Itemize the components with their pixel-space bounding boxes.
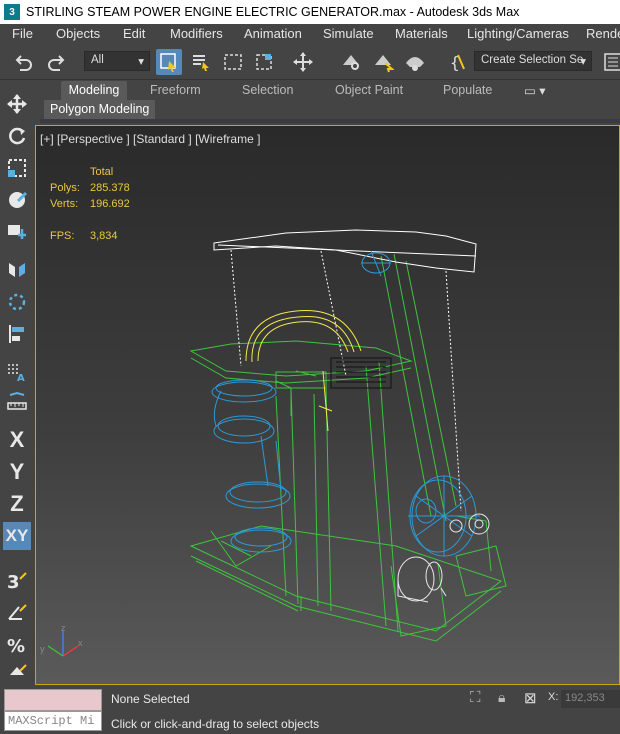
axis-y-button[interactable]: Y (3, 458, 31, 486)
menu-animation[interactable]: Animation (244, 24, 302, 41)
axis-z-button[interactable]: Z (3, 490, 31, 518)
select-object-icon[interactable] (156, 49, 182, 75)
absolute-mode-icon[interactable]: ⊠ (524, 689, 537, 707)
text-snap-icon[interactable]: A (3, 358, 31, 386)
array-icon[interactable] (3, 288, 31, 316)
move-icon[interactable] (290, 49, 316, 75)
rotate-tool-icon[interactable] (3, 122, 31, 150)
perspective-viewport[interactable]: [+] [Perspective ] [Standard ] [Wirefram… (35, 125, 620, 685)
spinner-snap-icon[interactable] (3, 658, 31, 686)
create-selection-set-dropdown[interactable]: Create Selection Se ▾ (474, 51, 592, 71)
menu-bar: File Objects Edit Modifiers Animation Si… (0, 24, 620, 44)
angle-snap-icon[interactable] (3, 598, 31, 626)
flywheel (361, 250, 480, 557)
scale-tool-icon[interactable] (3, 154, 31, 182)
x-coordinate-label: X: (548, 691, 559, 703)
menu-modifiers[interactable]: Modifiers (170, 24, 223, 41)
left-toolbar: A X Y Z XY 3 % (0, 80, 34, 685)
x-coordinate-field[interactable]: 192,353 (561, 690, 620, 708)
menu-edit[interactable]: Edit (123, 24, 145, 41)
measure-icon[interactable] (3, 388, 31, 416)
maxscript-mini-listener[interactable]: MAXScript Mi (4, 711, 102, 731)
tab-populate[interactable]: Populate (437, 81, 498, 100)
select-by-name-icon[interactable] (188, 49, 214, 75)
3dsmax-app-icon[interactable]: 3 (4, 4, 20, 20)
percent-snap-icon[interactable]: % (3, 630, 31, 658)
window-title: STIRLING STEAM POWER ENGINE ELECTRIC GEN… (26, 5, 520, 19)
status-bar: MAXScript Mi None Selected Click or clic… (0, 685, 620, 734)
menu-objects[interactable]: Objects (56, 24, 100, 41)
walking-beam (213, 229, 477, 512)
scene-explorer-icon[interactable] (600, 49, 620, 75)
stirling-engine-wireframe[interactable] (36, 126, 620, 685)
undo-icon[interactable] (10, 49, 36, 75)
isolate-selection-icon[interactable]: ⛶ (470, 689, 481, 706)
axis-label-x: x (78, 638, 83, 648)
frame-structure (189, 253, 507, 642)
tab-object-paint[interactable]: Object Paint (329, 81, 409, 100)
ribbon-body (40, 119, 620, 123)
tab-freeform[interactable]: Freeform (144, 81, 207, 100)
selection-set-value: Create Selection Se (481, 54, 584, 66)
snap-tool-icon[interactable] (3, 218, 31, 246)
panel-polygon-modeling[interactable]: Polygon Modeling (44, 100, 156, 119)
render-production-icon[interactable] (402, 49, 428, 75)
prompt-hint: Click or click-and-drag to select object… (111, 717, 320, 731)
axis-label-z: z (61, 623, 66, 633)
menu-rendering[interactable]: Rende (586, 24, 620, 41)
window-crossing-icon[interactable] (252, 49, 278, 75)
move-tool-icon[interactable] (3, 90, 31, 118)
main-toolbar: All ▾ { Create Selection Se ▾ (0, 44, 620, 80)
heater-pipe (245, 310, 362, 432)
render-setup-icon[interactable] (338, 49, 364, 75)
ribbon-tab-bar: Modeling Freeform Selection Object Paint… (40, 80, 620, 100)
svg-text:A: A (17, 373, 25, 383)
lock-selection-icon[interactable]: 🔒︎ (498, 689, 505, 706)
maxscript-listener-output[interactable] (4, 689, 102, 711)
selection-filter-value: All (91, 54, 104, 66)
edit-named-selection-icon[interactable]: { (446, 49, 472, 75)
axis-tripod (47, 631, 79, 657)
tab-modeling[interactable]: Modeling (61, 81, 127, 100)
chevron-down-icon: ▾ (138, 56, 144, 68)
render-frame-icon[interactable] (370, 49, 396, 75)
svg-text:%: % (7, 636, 25, 655)
redo-icon[interactable] (44, 49, 70, 75)
svg-text:3: 3 (7, 572, 20, 591)
rectangular-selection-icon[interactable] (220, 49, 246, 75)
selection-filter-dropdown[interactable]: All ▾ (84, 51, 150, 71)
axis-x-button[interactable]: X (3, 426, 31, 454)
menu-materials[interactable]: Materials (395, 24, 448, 41)
chevron-down-icon: ▾ (580, 56, 586, 68)
menu-file[interactable]: File (12, 24, 33, 41)
title-bar: 3 STIRLING STEAM POWER ENGINE ELECTRIC G… (0, 0, 620, 24)
menu-lighting-cameras[interactable]: Lighting/Cameras (467, 24, 569, 41)
axis-label-y: y (40, 644, 45, 654)
mirror-icon[interactable] (3, 256, 31, 284)
snap-3d-icon[interactable]: 3 (3, 566, 31, 594)
place-tool-icon[interactable] (3, 186, 31, 214)
tab-selection[interactable]: Selection (236, 81, 299, 100)
menu-simulate[interactable]: Simulate (323, 24, 374, 41)
selection-status: None Selected (111, 692, 190, 706)
axis-xy-button[interactable]: XY (3, 522, 31, 550)
ribbon-options-icon[interactable]: ▭ ▾ (518, 81, 552, 100)
align-icon[interactable] (3, 320, 31, 348)
